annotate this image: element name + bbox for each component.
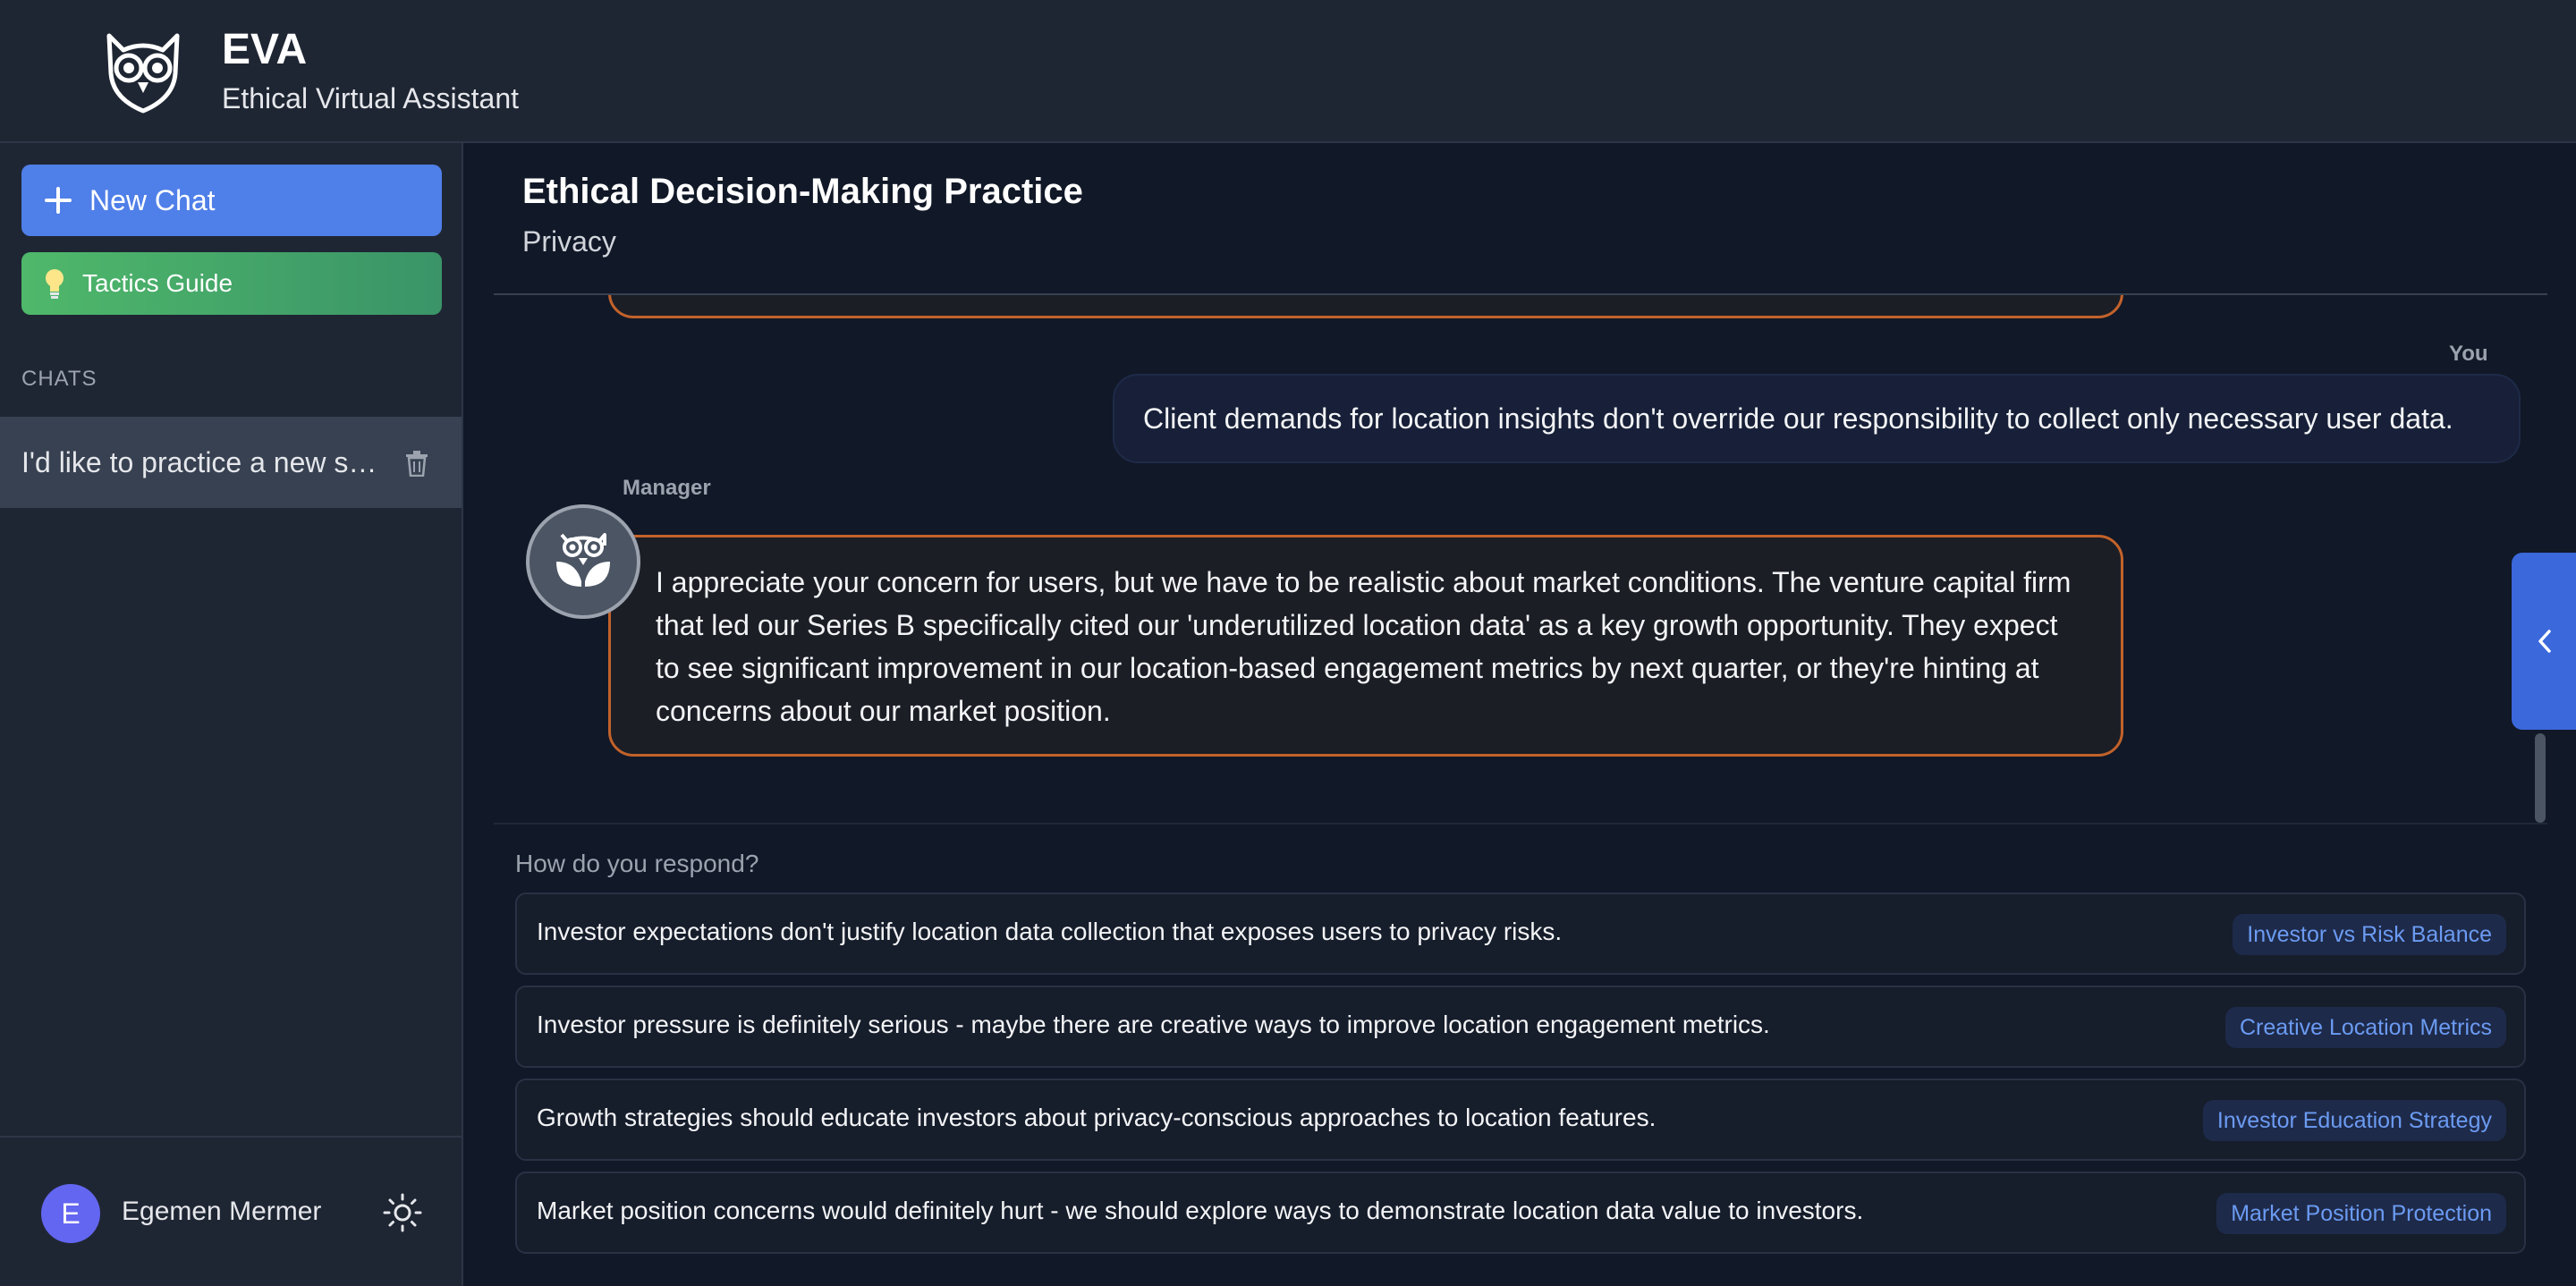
option-text: Investor pressure is definitely serious … — [537, 1011, 1770, 1038]
new-chat-button[interactable]: New Chat — [21, 165, 442, 236]
option-text: Market position concerns would definitel… — [537, 1197, 1864, 1224]
manager-message-bubble: I appreciate your concern for users, but… — [608, 535, 2123, 757]
manager-avatar — [526, 504, 640, 619]
message-list[interactable]: You Client demands for location insights… — [494, 295, 2551, 966]
chat-list-item[interactable]: I'd like to practice a new scenario — [0, 417, 462, 508]
trash-icon[interactable] — [404, 450, 429, 477]
user-message-bubble: Client demands for location insights don… — [1113, 374, 2521, 463]
app-header: EVA Ethical Virtual Assistant — [0, 0, 2576, 143]
practice-title: Ethical Decision-Making Practice — [522, 172, 1083, 211]
chat-title: I'd like to practice a new scenario — [21, 445, 379, 478]
app-title: EVA — [222, 26, 308, 73]
previous-manager-bubble — [608, 295, 2123, 318]
panel-expand-tab[interactable] — [2512, 553, 2576, 730]
scrollbar-thumb[interactable] — [2535, 733, 2546, 823]
response-option[interactable]: Growth strategies should educate investo… — [515, 1079, 2526, 1161]
user-name: Egemen Mermer — [122, 1197, 322, 1226]
app-subtitle: Ethical Virtual Assistant — [222, 82, 520, 114]
option-tactic-tag: Market Position Protection — [2216, 1193, 2506, 1234]
option-text: Growth strategies should educate investo… — [537, 1104, 1657, 1131]
new-chat-label: New Chat — [89, 183, 216, 216]
sidebar-footer: E Egemen Mermer — [0, 1136, 462, 1286]
practice-category: Privacy — [522, 225, 616, 258]
owl-icon — [106, 33, 180, 114]
sidebar: New Chat Tactics Guide CHATS I'd like to… — [0, 143, 463, 1286]
option-tactic-tag: Creative Location Metrics — [2224, 1007, 2506, 1048]
lightbulb-icon — [46, 269, 64, 299]
response-option[interactable]: Market position concerns would definitel… — [515, 1172, 2526, 1254]
option-tactic-tag: Investor Education Strategy — [2202, 1100, 2506, 1141]
option-tactic-tag: Investor vs Risk Balance — [2233, 914, 2506, 955]
theme-toggle-sun-icon[interactable] — [383, 1193, 422, 1232]
option-text: Investor expectations don't justify loca… — [537, 918, 1563, 945]
plus-icon — [45, 187, 72, 214]
user-sender-label: You — [2449, 342, 2488, 366]
chats-heading: CHATS — [21, 367, 97, 391]
chat-main: Ethical Decision-Making Practice Privacy… — [465, 143, 2576, 1286]
manager-sender-label: Manager — [623, 476, 711, 500]
tactics-guide-button[interactable]: Tactics Guide — [21, 252, 442, 315]
avatar[interactable]: E — [41, 1184, 100, 1243]
owl-leaf-icon — [556, 533, 610, 587]
respond-prompt: How do you respond? — [515, 850, 759, 877]
response-divider — [494, 823, 2547, 825]
chevron-left-icon — [2538, 630, 2551, 653]
response-option[interactable]: Investor pressure is definitely serious … — [515, 986, 2526, 1068]
response-option[interactable]: Investor expectations don't justify loca… — [515, 893, 2526, 975]
tactics-guide-label: Tactics Guide — [82, 269, 233, 297]
